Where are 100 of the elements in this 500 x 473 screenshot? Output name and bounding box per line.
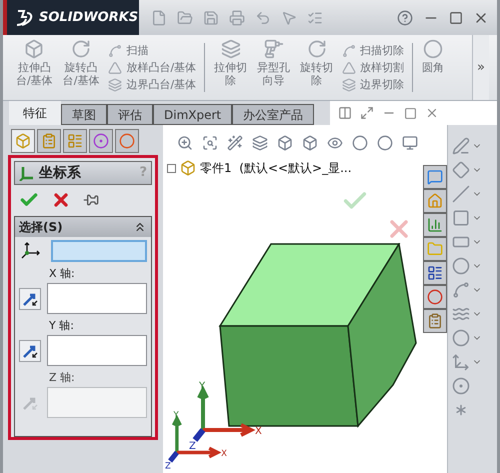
point-circle-icon[interactable]	[452, 377, 470, 395]
tree-item[interactable]: 零件1 (默认<<默认>_显...	[200, 159, 352, 177]
ribbon-button[interactable]: 扫描切除	[342, 44, 404, 58]
feature-icon[interactable]	[342, 78, 356, 92]
split-view-icon[interactable]	[338, 106, 352, 120]
tab[interactable]: DimXpert	[153, 104, 232, 125]
pin-icon[interactable]	[83, 192, 99, 208]
zoom-icon[interactable]	[177, 135, 193, 151]
feature-icon[interactable]	[108, 44, 122, 58]
appearance-icon	[427, 289, 443, 305]
section-view-icon[interactable]	[252, 135, 268, 151]
view-settings-icon[interactable]	[402, 135, 418, 151]
feature-icon[interactable]	[71, 39, 92, 59]
ribbon-button[interactable]: 拉伸切 除	[209, 35, 252, 100]
manager-tab[interactable]	[89, 129, 113, 153]
save-icon[interactable]	[203, 10, 219, 26]
arc-icon[interactable]	[452, 281, 470, 299]
maximize-icon[interactable]	[449, 10, 463, 24]
property-icon	[41, 133, 57, 149]
field-label: Z 轴:	[49, 370, 75, 386]
spline-icon[interactable]	[452, 305, 470, 323]
pointer-icon[interactable]	[281, 10, 297, 26]
task-pane-tab[interactable]	[424, 166, 446, 188]
ribbon-button[interactable]: 边界切除	[342, 78, 404, 92]
task-pane-tab[interactable]	[424, 262, 446, 284]
sketch-icon[interactable]	[452, 137, 470, 155]
logo-icon	[15, 8, 35, 26]
tab[interactable]: 特征	[9, 101, 61, 125]
tab[interactable]: 办公室产品	[232, 104, 314, 125]
printer-icon[interactable]	[229, 10, 245, 26]
new-document-icon[interactable]	[151, 10, 167, 26]
ribbon-button[interactable]: 边界凸台/基体	[108, 78, 196, 92]
axis-pick-button[interactable]	[19, 340, 41, 362]
feature-icon[interactable]	[342, 44, 356, 58]
feature-icon[interactable]	[264, 39, 284, 59]
selection-field[interactable]	[51, 240, 147, 262]
task-pane-tab[interactable]	[424, 286, 446, 308]
home-icon	[427, 193, 443, 209]
axis-pick-button[interactable]	[19, 288, 41, 310]
close-icon[interactable]	[425, 106, 439, 120]
task-pane-tab[interactable]	[424, 310, 446, 332]
manager-tab[interactable]	[63, 129, 87, 153]
view-orientation-icon[interactable]	[277, 135, 293, 151]
part-icon	[15, 133, 31, 149]
feature-icon[interactable]	[306, 39, 327, 59]
ribbon-more-button[interactable]: »	[472, 35, 489, 100]
config-icon	[67, 133, 83, 149]
feature-icon[interactable]	[24, 39, 44, 59]
field-label: X 轴:	[49, 266, 75, 282]
ribbon-button[interactable]: 异型孔 向导	[252, 35, 296, 100]
ribbon-button[interactable]: 旋转凸 台/基体	[58, 35, 104, 100]
library-icon	[427, 217, 443, 233]
group-header[interactable]: 选择(S)	[15, 217, 151, 237]
appearance-icon[interactable]	[352, 135, 368, 151]
circle-icon[interactable]	[452, 257, 470, 275]
manager-tab[interactable]	[37, 129, 61, 153]
ribbon-button[interactable]: 圆角	[417, 35, 450, 100]
open-folder-icon[interactable]	[177, 10, 193, 26]
options-icon[interactable]	[307, 10, 323, 26]
tab[interactable]: 评估	[107, 104, 153, 125]
feature-icon[interactable]	[342, 60, 356, 74]
axis-triad-drawing: X Y Z	[189, 380, 269, 450]
custom-properties-icon	[427, 313, 443, 329]
dimension-icon[interactable]	[452, 161, 470, 179]
help-icon[interactable]	[397, 10, 413, 26]
view-palette-icon	[427, 265, 443, 281]
panel-title: 坐标系	[39, 164, 81, 182]
tree-expander[interactable]	[167, 164, 176, 172]
part-icon[interactable]	[180, 160, 196, 176]
task-pane-tab[interactable]	[424, 214, 446, 236]
rectangle-icon[interactable]	[452, 209, 470, 227]
ribbon-button[interactable]: 放样切割	[342, 60, 404, 74]
restore-icon[interactable]	[404, 106, 417, 120]
resources-icon	[427, 169, 443, 185]
manager-tab[interactable]	[115, 129, 139, 153]
scene-icon[interactable]	[377, 135, 393, 151]
logo-text: SOLIDWORKS	[39, 8, 138, 27]
feature-icon[interactable]	[423, 39, 444, 59]
ribbon-button[interactable]: 扫描	[108, 44, 196, 58]
feature-icon[interactable]	[220, 39, 241, 59]
undo-icon[interactable]	[255, 10, 271, 26]
manager-tab[interactable]	[11, 129, 35, 153]
feature-icon[interactable]	[108, 78, 122, 92]
field-label: Y 轴:	[49, 318, 74, 334]
selection-field[interactable]	[47, 335, 147, 366]
view-icon[interactable]	[360, 106, 374, 120]
ribbon-button[interactable]: 拉伸凸 台/基体	[11, 35, 58, 100]
ribbon-button[interactable]: 旋转切 除	[295, 35, 338, 100]
feature-icon[interactable]	[108, 60, 122, 74]
display-icon	[119, 133, 135, 149]
hide-show-icon[interactable]	[327, 135, 343, 151]
display-style-icon[interactable]	[302, 135, 318, 151]
group-title: 选择(S)	[19, 219, 63, 236]
tab[interactable]: 草图	[61, 104, 107, 125]
selection-field[interactable]	[47, 283, 147, 314]
ribbon-button[interactable]: 放样凸台/基体	[108, 60, 196, 74]
line-icon[interactable]	[452, 185, 470, 203]
target-icon	[93, 133, 109, 149]
ellipse-icon[interactable]	[452, 329, 470, 347]
zoom-area-icon[interactable]	[202, 135, 218, 151]
